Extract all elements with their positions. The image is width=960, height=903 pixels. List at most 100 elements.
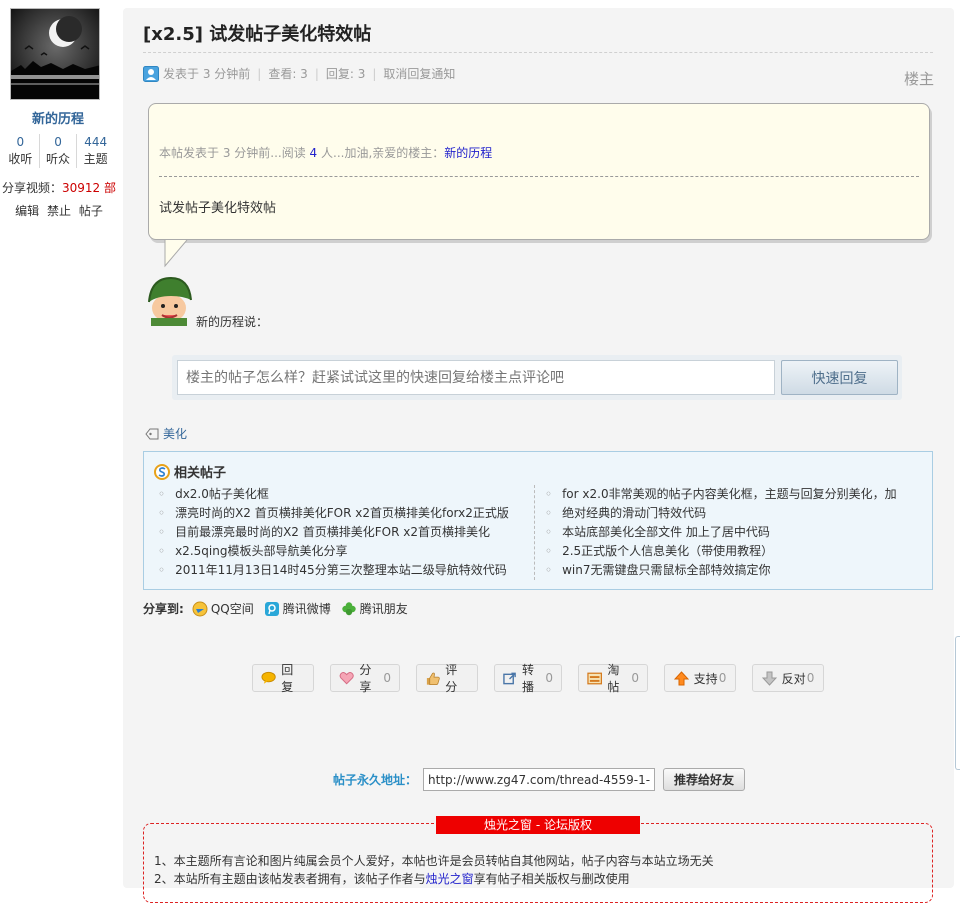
list-item: ◦ 绝对经典的滑动门特效代码 (545, 506, 707, 520)
related-post-link[interactable]: win7无需键盘只需鼠标全部特效搞定你 (562, 563, 770, 577)
related-post-link[interactable]: 目前最漂亮最时尚的X2 首页横排美化FOR x2首页横排美化 (175, 525, 490, 539)
stat-topics[interactable]: 444 主题 (77, 134, 114, 168)
related-posts-right-list: ◦ for x2.0非常美观的帖子内容美化框，主题与回复分别美化，加 ◦ 绝对经典的… (534, 485, 924, 580)
list-item: ◦ 本站底部美化全部文件 加上了居中代码 (545, 525, 770, 539)
support-count: 0 (718, 671, 727, 685)
floating-side-tab[interactable] (955, 636, 960, 770)
soldier-mascot-icon (148, 276, 192, 326)
share-video-stat: 分享视频：30912 部 (0, 179, 118, 196)
related-post-link[interactable]: 本站底部美化全部文件 加上了居中代码 (562, 525, 770, 539)
share-tencent-friend-link[interactable]: 腾讯朋友 (341, 600, 408, 617)
oppose-button-label: 反对 (781, 671, 806, 686)
meta-separator: | (372, 66, 377, 81)
tag-icon (145, 428, 159, 439)
reply-button[interactable]: 回复 (252, 663, 314, 694)
rate-button[interactable]: 评分 (416, 663, 478, 694)
permalink-label: 帖子永久地址： (333, 773, 418, 787)
related-post-link[interactable]: dx2.0帖子美化框 (175, 487, 269, 501)
list-item: ◦ 2011年11月13日14时45分第三次整理本站二级导航特效代码 (158, 563, 507, 577)
edit-link[interactable]: 编辑 (15, 204, 39, 218)
share-count: 0 (383, 671, 391, 685)
read-notice-count: 4 (309, 146, 318, 160)
stat-topics-count: 444 (84, 135, 108, 149)
oppose-button[interactable]: 反对 0 (752, 664, 824, 692)
author-stats: 0 收听 0 听众 444 主题 (2, 134, 114, 168)
permalink-row: 帖子永久地址： 推荐给好友 (333, 768, 746, 791)
collect-box-icon (587, 672, 603, 684)
read-notice-mid: 人...加油,亲爱的楼主： (321, 146, 445, 160)
rebroadcast-count: 0 (545, 671, 553, 685)
post-main: [x2.5] 试发帖子美化特效帖 发表于 3 分钟前 | 查看: 3 | 回复:… (123, 8, 954, 903)
quick-reply-button[interactable]: 快速回复 (781, 360, 898, 395)
copyright-line-2-prefix: 2、本站所有主题由该帖发表者拥有，该帖子作者与 (154, 872, 426, 886)
share-to-row: 分享到: QQ空间 腾讯微博 腾讯朋友 (143, 600, 418, 617)
related-post-link[interactable]: x2.5qing模板头部导航美化分享 (175, 544, 347, 558)
read-notice-user-link[interactable]: 新的历程 (444, 146, 492, 160)
related-s-icon (154, 463, 170, 480)
post-replies: 回复: 3 (325, 67, 366, 81)
post-meta: 发表于 3 分钟前 | 查看: 3 | 回复: 3 | 取消回复通知 (143, 65, 455, 82)
permalink-input[interactable] (423, 768, 656, 791)
avatar[interactable] (10, 8, 100, 100)
share-video-count: 30912 部 (62, 181, 116, 195)
related-posts-left-list: ◦ dx2.0帖子美化框 ◦ 漂亮时尚的X2 首页横排美化FOR x2首页横排美化f… (158, 485, 518, 580)
stat-following-count: 0 (16, 135, 25, 149)
tag-link[interactable]: 美化 (163, 425, 187, 442)
oppose-count: 0 (806, 671, 815, 685)
share-qzone-link[interactable]: QQ空间 (192, 600, 254, 617)
list-item: ◦ 2.5正式版个人信息美化（带使用教程） (545, 544, 774, 558)
related-post-link[interactable]: 绝对经典的滑动门特效代码 (562, 506, 706, 520)
recommend-to-friend-button[interactable]: 推荐给好友 (663, 768, 746, 791)
share-button-label: 分享 (359, 663, 372, 694)
related-post-link[interactable]: 2.5正式版个人信息美化（带使用教程） (562, 544, 773, 558)
post-body-text: 试发帖子美化特效帖 (159, 201, 277, 216)
speech-bubble-icon (261, 671, 276, 684)
support-button[interactable]: 支持 0 (664, 664, 736, 692)
post-action-buttons: 回复 分享 0 评分 转播 0 淘帖 0 支持 0 反对 0 (252, 663, 840, 694)
collect-count: 0 (631, 671, 639, 685)
ban-link[interactable]: 禁止 (47, 204, 71, 218)
list-item: ◦ win7无需键盘只需鼠标全部特效搞定你 (545, 563, 771, 577)
meta-separator: | (257, 66, 262, 81)
rebroadcast-button[interactable]: 转播 0 (494, 663, 562, 694)
share-video-label: 分享视频： (1, 181, 62, 195)
related-post-link[interactable]: 漂亮时尚的X2 首页横排美化FOR x2首页横排美化forx2正式版 (175, 506, 509, 520)
thumbs-up-icon (426, 672, 440, 685)
avatar-night-scene-image (11, 9, 99, 99)
quick-reply-bar: 快速回复 (172, 355, 902, 400)
related-posts-header: 相关帖子 (154, 462, 226, 481)
share-tencent-weibo-link[interactable]: 腾讯微博 (264, 600, 331, 617)
list-item: ◦ 目前最漂亮最时尚的X2 首页横排美化FOR x2首页横排美化 (158, 525, 490, 539)
rate-button-label: 评分 (445, 663, 458, 694)
post-content-bubble: 本帖发表于 3 分钟前...阅读 4 人...加油,亲爱的楼主：新的历程 试发帖… (148, 103, 930, 240)
tag-row: 美化 (145, 425, 187, 442)
author-says-label: 新的历程说： (196, 315, 269, 329)
stat-followers[interactable]: 0 听众 (40, 134, 78, 168)
related-post-link[interactable]: for x2.0非常美观的帖子内容美化框，主题与回复分别美化，加 (562, 487, 897, 501)
copyright-box: 烛光之窗 - 论坛版权 1、本主题所有言论和图片纯属会员个人爱好，本帖也许是会员… (143, 816, 933, 903)
author-sidebar: 新的历程 0 收听 0 听众 444 主题 分享视频：30912 部 编辑 禁止… (0, 0, 118, 871)
arrow-up-icon (673, 670, 689, 685)
read-notice: 本帖发表于 3 分钟前...阅读 4 人...加油,亲爱的楼主：新的历程 (159, 144, 492, 161)
floor-label: 楼主 (903, 70, 934, 88)
site-name-link[interactable]: 烛光之窗 (426, 872, 474, 886)
copyright-text: 1、本主题所有言论和图片纯属会员个人爱好，本帖也许是会员转帖自其他网站，帖子内容… (154, 852, 714, 888)
cancel-reply-notify-link[interactable]: 取消回复通知 (383, 65, 455, 82)
arrow-down-icon (761, 671, 777, 686)
author-username[interactable]: 新的历程 (0, 108, 116, 127)
stat-following[interactable]: 0 收听 (2, 134, 40, 168)
posts-link[interactable]: 帖子 (79, 204, 103, 218)
heart-icon (339, 672, 354, 685)
stat-following-label: 收听 (8, 152, 33, 166)
stat-followers-label: 听众 (46, 152, 71, 166)
share-button[interactable]: 分享 0 (330, 663, 400, 694)
related-posts-title: 相关帖子 (174, 466, 227, 481)
tencent-weibo-icon (264, 601, 279, 616)
read-notice-prefix: 本帖发表于 3 分钟前...阅读 (159, 146, 306, 160)
collect-button[interactable]: 淘帖 0 (578, 663, 648, 694)
related-post-link[interactable]: 2011年11月13日14时45分第三次整理本站二级导航特效代码 (175, 563, 507, 577)
post-title: [x2.5] 试发帖子美化特效帖 (143, 24, 372, 45)
copyright-line-1: 1、本主题所有言论和图片纯属会员个人爱好，本帖也许是会员转帖自其他网站，帖子内容… (154, 854, 714, 868)
quick-reply-input[interactable] (177, 360, 775, 395)
bubble-tail-icon (164, 240, 188, 268)
